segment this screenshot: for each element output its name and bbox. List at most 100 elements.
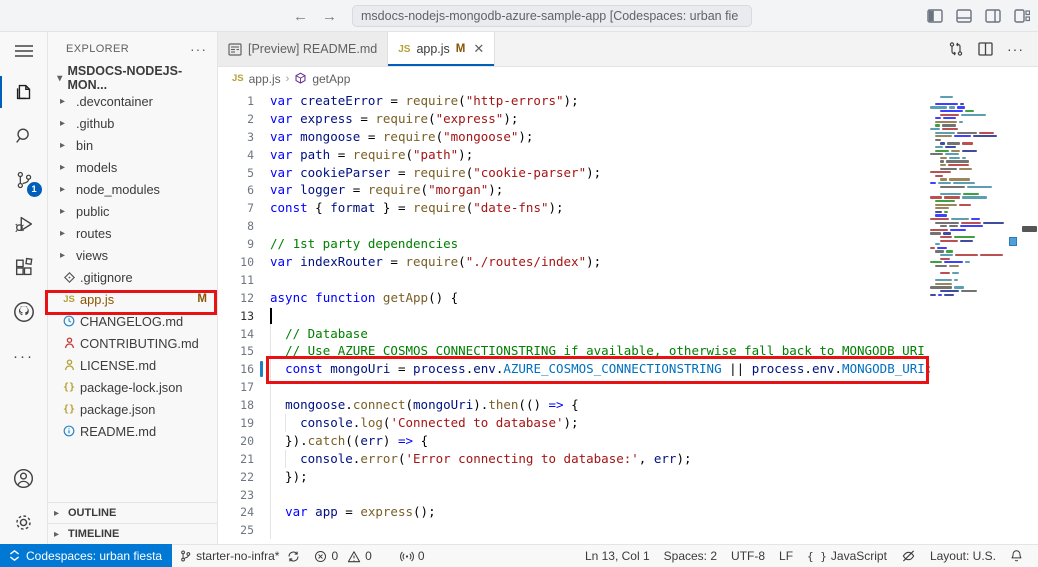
language-mode[interactable]: { } JavaScript [800, 549, 894, 563]
breadcrumb-symbol[interactable]: getApp [312, 72, 350, 86]
editor-scrollbar-thumb[interactable] [1022, 226, 1037, 232]
explorer-icon[interactable] [0, 70, 48, 114]
code-line-18[interactable]: 18 mongoose.connect(mongoUri).then(() =>… [218, 396, 928, 414]
cursor-position[interactable]: Ln 13, Col 1 [578, 549, 657, 563]
breadcrumb-file[interactable]: app.js [249, 72, 281, 86]
close-icon[interactable]: ✕ [473, 41, 484, 57]
line-number[interactable]: 8 [218, 219, 254, 233]
ports-indicator[interactable]: 0 [393, 549, 432, 563]
line-number[interactable]: 18 [218, 398, 254, 412]
line-number[interactable]: 22 [218, 470, 254, 484]
eol-sequence[interactable]: LF [772, 549, 800, 563]
code-line-13[interactable]: 13​ [218, 307, 928, 325]
settings-gear-icon[interactable] [0, 500, 48, 544]
notifications-bell[interactable] [1003, 549, 1030, 563]
folder-row--github[interactable]: ▸.github [48, 112, 217, 134]
browser-back-button[interactable]: ← [293, 8, 308, 25]
folder-row-public[interactable]: ▸public [48, 200, 217, 222]
line-number[interactable]: 25 [218, 523, 254, 537]
code-line-8[interactable]: 8​ [218, 217, 928, 235]
more-views-icon[interactable]: ··· [0, 334, 48, 378]
line-number[interactable]: 1 [218, 94, 254, 108]
folder-row--devcontainer[interactable]: ▸.devcontainer [48, 90, 217, 112]
file-row-package-json[interactable]: {}package.json [48, 398, 217, 420]
code-line-17[interactable]: 17​ [218, 378, 928, 396]
toggle-sidebar-icon[interactable] [927, 9, 943, 23]
code-line-6[interactable]: 6var logger = require("morgan");​ [218, 181, 928, 199]
folder-row-node-modules[interactable]: ▸node_modules [48, 178, 217, 200]
line-number[interactable]: 20 [218, 434, 254, 448]
run-debug-icon[interactable] [0, 202, 48, 246]
code-line-3[interactable]: 3var mongoose = require("mongoose");​ [218, 128, 928, 146]
keyboard-layout[interactable]: Layout: U.S. [923, 549, 1003, 563]
code-line-2[interactable]: 2var express = require("express");​ [218, 110, 928, 128]
source-control-icon[interactable]: 1 [0, 158, 48, 202]
folder-row-routes[interactable]: ▸routes [48, 222, 217, 244]
explorer-more-actions-icon[interactable]: ··· [190, 41, 207, 57]
code-line-20[interactable]: 20 }).catch((err) => {​ [218, 432, 928, 450]
split-editor-icon[interactable] [978, 42, 993, 56]
code-line-22[interactable]: 22 });​ [218, 468, 928, 486]
code-line-11[interactable]: 11​ [218, 271, 928, 289]
code-line-24[interactable]: 24 var app = express();​ [218, 503, 928, 521]
code-line-15[interactable]: 15 // Use AZURE_COSMOS_CONNECTIONSTRING … [218, 342, 928, 360]
minimap[interactable] [930, 92, 1010, 544]
line-number[interactable]: 21 [218, 452, 254, 466]
line-number[interactable]: 10 [218, 255, 254, 269]
toggle-secondary-sidebar-icon[interactable] [985, 9, 1001, 23]
line-number[interactable]: 19 [218, 416, 254, 430]
branch-indicator[interactable]: starter-no-infra* [172, 549, 307, 563]
folder-row-bin[interactable]: ▸bin [48, 134, 217, 156]
line-number[interactable]: 11 [218, 273, 254, 287]
extensions-icon[interactable] [0, 246, 48, 290]
account-icon[interactable] [0, 456, 48, 500]
file-row-CHANGELOG-md[interactable]: CHANGELOG.md [48, 310, 217, 332]
menu-icon[interactable] [0, 32, 48, 70]
code-line-25[interactable]: 25​ [218, 521, 928, 539]
code-line-10[interactable]: 10var indexRouter = require("./routes/in… [218, 253, 928, 271]
line-number[interactable]: 3 [218, 130, 254, 144]
tab-appjs[interactable]: JS app.js M ✕ [388, 32, 495, 66]
code-line-5[interactable]: 5var cookieParser = require("cookie-pars… [218, 164, 928, 182]
file-row-LICENSE-md[interactable]: LICENSE.md [48, 354, 217, 376]
code-line-21[interactable]: 21 console.error('Error connecting to da… [218, 450, 928, 468]
file-row--gitignore[interactable]: .gitignore [48, 266, 217, 288]
line-number[interactable]: 7 [218, 201, 254, 215]
line-number[interactable]: 12 [218, 291, 254, 305]
screencast-off-indicator[interactable] [894, 549, 923, 563]
outline-section[interactable]: ▸OUTLINE [48, 502, 217, 523]
code-line-7[interactable]: 7const { format } = require("date-fns");… [218, 199, 928, 217]
folder-row-views[interactable]: ▸views [48, 244, 217, 266]
code-line-19[interactable]: 19 console.log('Connected to database');… [218, 414, 928, 432]
line-number[interactable]: 23 [218, 488, 254, 502]
code-line-9[interactable]: 9// 1st party dependencies​ [218, 235, 928, 253]
timeline-section[interactable]: ▸TIMELINE [48, 523, 217, 544]
line-number[interactable]: 17 [218, 380, 254, 394]
code-line-23[interactable]: 23​ [218, 486, 928, 504]
line-number[interactable]: 13 [218, 309, 254, 323]
file-row-CONTRIBUTING-md[interactable]: CONTRIBUTING.md [48, 332, 217, 354]
open-changes-icon[interactable] [948, 41, 964, 57]
code-editor[interactable]: 1var createError = require("http-errors"… [218, 90, 1038, 544]
line-number[interactable]: 5 [218, 166, 254, 180]
search-icon[interactable] [0, 114, 48, 158]
code-line-14[interactable]: 14 // Database​ [218, 325, 928, 343]
editor-more-actions-icon[interactable]: ··· [1007, 41, 1024, 57]
indentation[interactable]: Spaces: 2 [657, 549, 724, 563]
line-number[interactable]: 14 [218, 327, 254, 341]
code-line-16[interactable]: 16 const mongoUri = process.env.AZURE_CO… [218, 360, 928, 378]
line-number[interactable]: 15 [218, 344, 254, 358]
folder-row-models[interactable]: ▸models [48, 156, 217, 178]
line-number[interactable]: 2 [218, 112, 254, 126]
encoding[interactable]: UTF-8 [724, 549, 772, 563]
line-number[interactable]: 9 [218, 237, 254, 251]
remote-indicator[interactable]: Codespaces: urban fiesta [0, 544, 172, 567]
file-row-package-lock-json[interactable]: {}package-lock.json [48, 376, 217, 398]
project-root-row[interactable]: ▾ MSDOCS-NODEJS-MON... [48, 66, 217, 90]
line-number[interactable]: 6 [218, 183, 254, 197]
problems-indicator[interactable]: 0 0 [307, 549, 378, 563]
file-row-README-md[interactable]: README.md [48, 420, 217, 442]
toggle-panel-icon[interactable] [956, 9, 972, 23]
code-line-4[interactable]: 4var path = require("path");​ [218, 146, 928, 164]
code-line-12[interactable]: 12async function getApp() {​ [218, 289, 928, 307]
